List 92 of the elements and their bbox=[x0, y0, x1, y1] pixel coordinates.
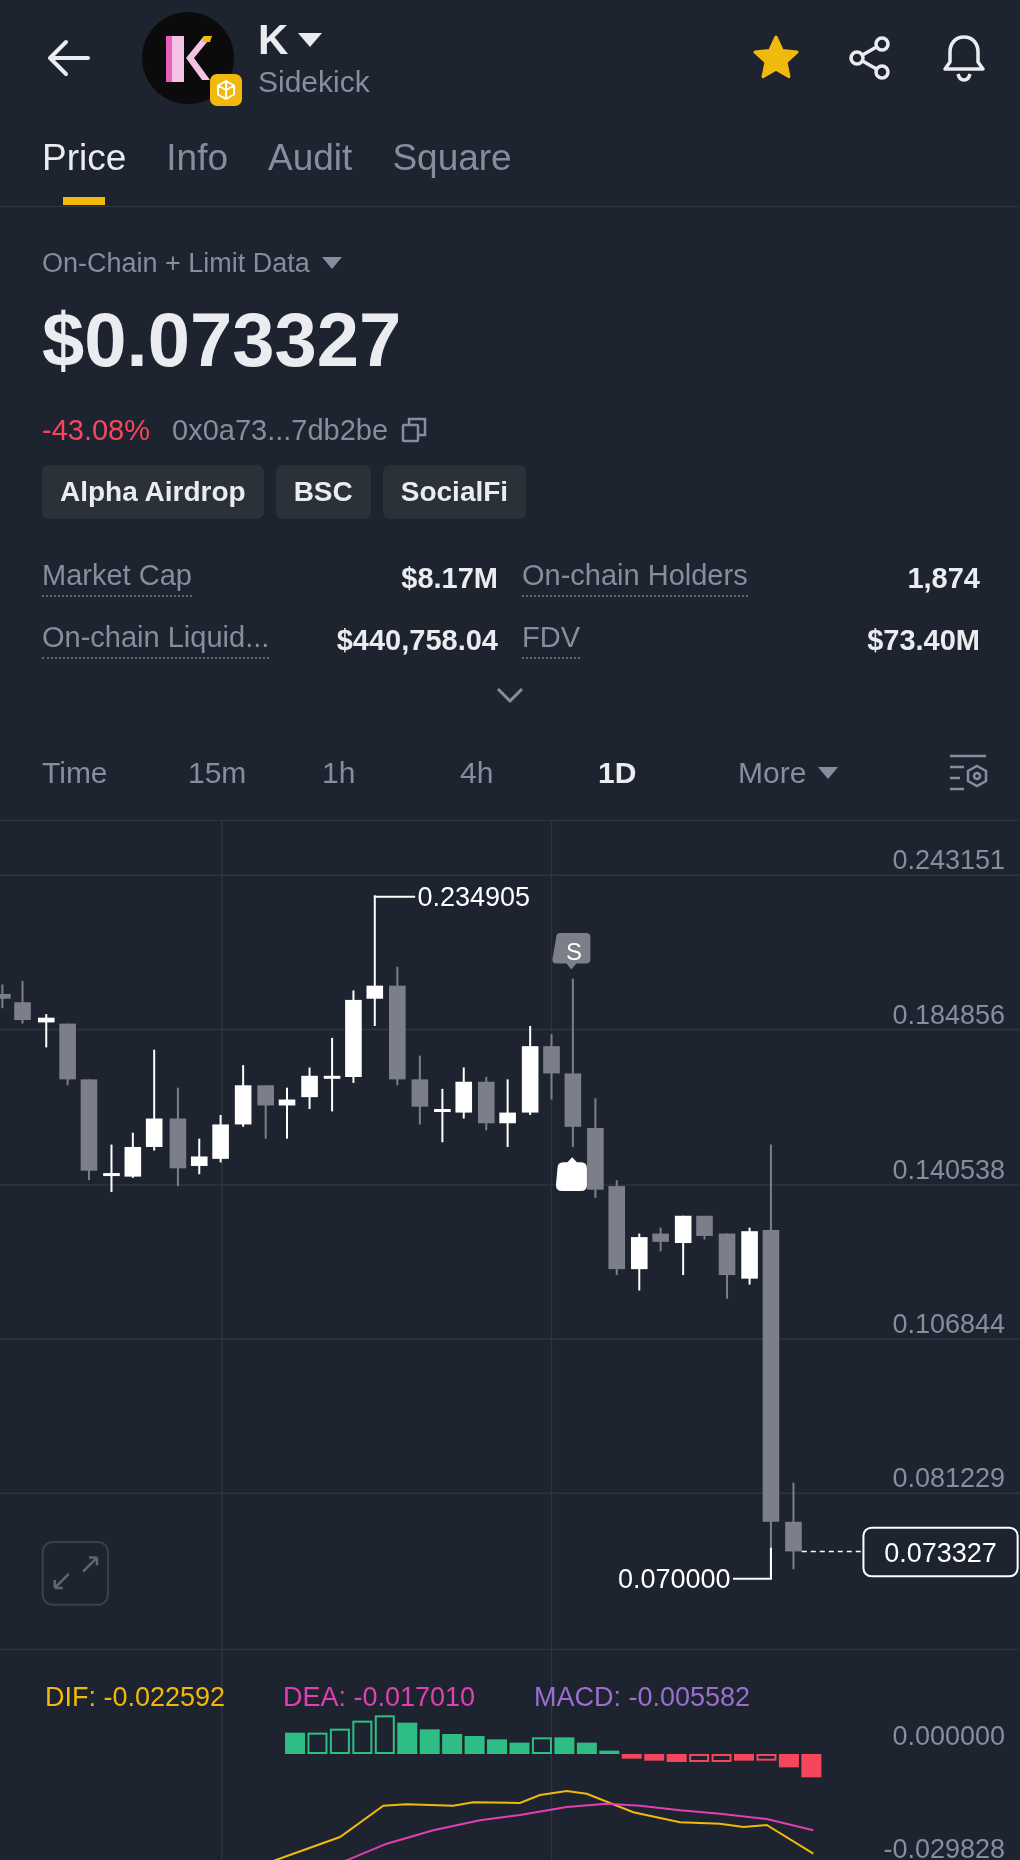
macd-bar bbox=[329, 1728, 350, 1754]
leader-line bbox=[732, 1546, 772, 1580]
contract-address: 0x0a73...7db2be bbox=[172, 413, 389, 447]
candle bbox=[190, 1137, 208, 1176]
tab[interactable]: Info bbox=[166, 115, 229, 207]
stat-value: 1,874 bbox=[907, 561, 980, 595]
price-line bbox=[801, 1550, 863, 1553]
candle bbox=[543, 1033, 560, 1101]
timeframe-tab[interactable]: 4h bbox=[460, 756, 598, 790]
dif-value: DIF: -0.022592 bbox=[45, 1682, 226, 1712]
candle bbox=[0, 983, 11, 1010]
stat-label[interactable]: FDV bbox=[522, 621, 580, 659]
caret-icon[interactable] bbox=[298, 32, 323, 47]
token-name: Sidekick bbox=[258, 63, 370, 100]
macd-bar bbox=[531, 1737, 552, 1754]
axis-label: 0.184856 bbox=[892, 1000, 1005, 1031]
candle bbox=[434, 1087, 451, 1144]
axis-label: 0.000000 bbox=[892, 1721, 1005, 1751]
chart-settings-icon[interactable] bbox=[948, 753, 990, 793]
macd-bar bbox=[509, 1742, 530, 1754]
timeframe-tab[interactable]: 1D bbox=[598, 756, 738, 790]
candle bbox=[301, 1066, 318, 1110]
data-source-selector[interactable]: On-Chain + Limit Data bbox=[42, 247, 310, 279]
candle bbox=[234, 1064, 252, 1128]
macd-bar bbox=[307, 1732, 328, 1754]
macd-bar bbox=[419, 1729, 440, 1754]
token-logo-icon bbox=[142, 11, 234, 104]
candle bbox=[455, 1066, 473, 1120]
candle bbox=[478, 1076, 495, 1132]
more-menu[interactable]: More bbox=[738, 756, 839, 790]
candle bbox=[741, 1226, 758, 1286]
candle bbox=[652, 1226, 669, 1253]
price-change: -43.08% bbox=[42, 413, 150, 447]
axis-label: 0.106844 bbox=[892, 1308, 1005, 1339]
macd-bar bbox=[464, 1736, 485, 1754]
macd-bar bbox=[397, 1722, 418, 1754]
trade-marker-icon[interactable] bbox=[555, 1157, 587, 1191]
candle bbox=[124, 1131, 142, 1179]
macd-bar bbox=[487, 1739, 508, 1754]
candle bbox=[411, 1054, 429, 1126]
stat-label[interactable]: On-chain Liquid... bbox=[42, 621, 270, 659]
candle bbox=[499, 1078, 516, 1148]
stat-value: $8.17M bbox=[401, 561, 498, 595]
macd-bar bbox=[801, 1754, 822, 1778]
chain-badge-icon bbox=[210, 73, 242, 106]
macd-bar bbox=[442, 1734, 463, 1754]
low-price-label: 0.070000 bbox=[618, 1563, 731, 1594]
candle bbox=[674, 1214, 692, 1277]
current-price-label: 0.073327 bbox=[884, 1537, 997, 1568]
token-symbol[interactable]: K bbox=[258, 15, 289, 64]
candle bbox=[718, 1232, 736, 1300]
macd-bar bbox=[374, 1715, 395, 1754]
candle bbox=[278, 1086, 296, 1140]
tab[interactable]: Price bbox=[42, 115, 127, 207]
axis-label: 0.140538 bbox=[892, 1154, 1005, 1185]
candle bbox=[37, 1013, 55, 1049]
expand-icon[interactable] bbox=[41, 1540, 109, 1606]
signal-marker[interactable]: S bbox=[552, 933, 591, 970]
timeframe-tab[interactable]: 15m bbox=[188, 756, 322, 790]
timeframe-tab[interactable]: Time bbox=[42, 756, 188, 790]
tag[interactable]: SocialFi bbox=[382, 465, 527, 519]
price: $0.073327 bbox=[42, 296, 403, 384]
leader-line bbox=[373, 894, 417, 898]
dea-value: DEA: -0.017010 bbox=[283, 1682, 476, 1712]
candle bbox=[59, 1022, 76, 1087]
axis-label: 0.243151 bbox=[892, 844, 1005, 875]
stat-label[interactable]: Market Cap bbox=[42, 559, 192, 597]
stat-value: $440,758.04 bbox=[336, 623, 498, 657]
macd-bar bbox=[285, 1732, 305, 1754]
copy-icon[interactable] bbox=[400, 416, 429, 444]
high-price-label: 0.234905 bbox=[417, 881, 531, 912]
axis-label: 0.081229 bbox=[892, 1462, 1005, 1493]
candle bbox=[631, 1232, 648, 1292]
stat-value: $73.40M bbox=[867, 623, 980, 657]
macd-value: MACD: -0.005582 bbox=[534, 1682, 751, 1712]
macd-bar bbox=[576, 1742, 597, 1754]
stat-label[interactable]: On-chain Holders bbox=[522, 559, 748, 597]
candle bbox=[103, 1143, 120, 1194]
candle bbox=[14, 979, 31, 1025]
chevron-down-icon[interactable] bbox=[495, 686, 525, 704]
macd-bar bbox=[734, 1754, 754, 1761]
tab[interactable]: Audit bbox=[268, 115, 353, 207]
candle bbox=[257, 1084, 274, 1140]
axis-label: -0.029828 bbox=[883, 1834, 1005, 1860]
candle bbox=[212, 1113, 229, 1164]
timeframe-tab[interactable]: 1h bbox=[322, 756, 460, 790]
macd-bar bbox=[554, 1737, 575, 1754]
tag[interactable]: BSC bbox=[275, 465, 371, 519]
candle bbox=[696, 1214, 713, 1241]
tag[interactable]: Alpha Airdrop bbox=[42, 465, 264, 519]
macd-bar bbox=[352, 1720, 373, 1754]
tab[interactable]: Square bbox=[392, 115, 512, 207]
